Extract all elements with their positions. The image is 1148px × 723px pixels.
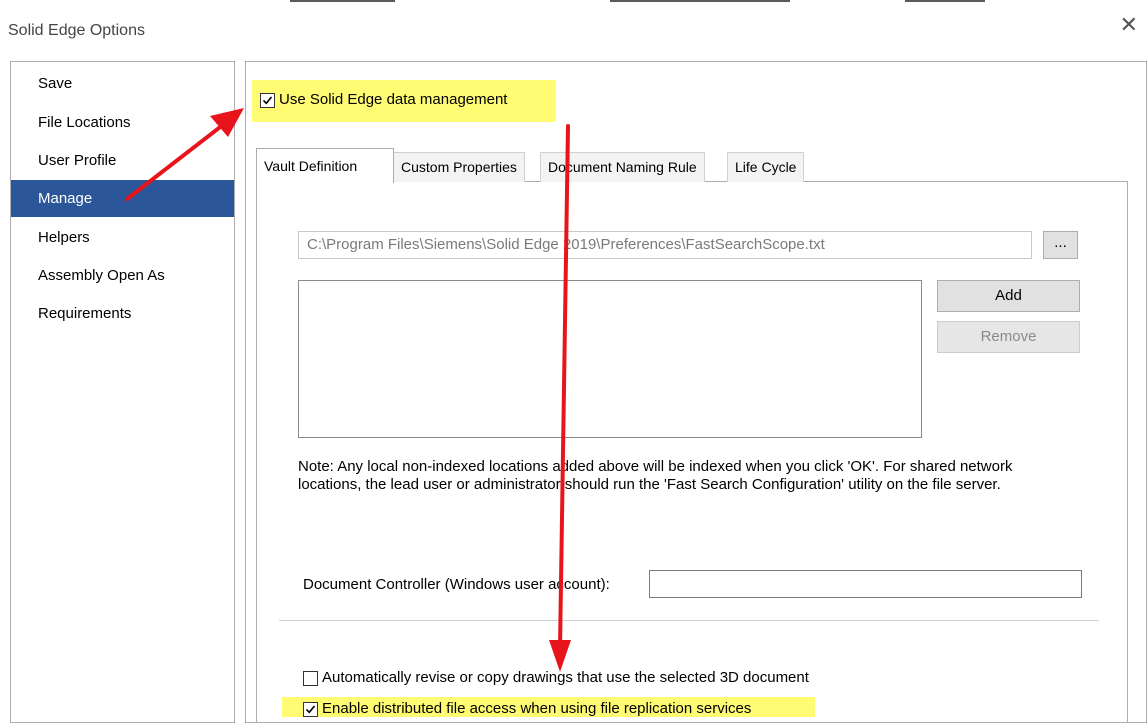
sidebar-item-save[interactable]: Save: [11, 65, 234, 102]
browse-button[interactable]: ...: [1043, 231, 1078, 259]
sidebar-item-file-locations[interactable]: File Locations: [11, 104, 234, 141]
auto-revise-drawings-row[interactable]: Automatically revise or copy drawings th…: [303, 669, 809, 686]
use-data-management-row[interactable]: Use Solid Edge data management: [260, 91, 507, 108]
indexing-note: Note: Any local non-indexed locations ad…: [298, 458, 1013, 493]
close-icon[interactable]: ✕: [1120, 14, 1138, 36]
top-edge: [0, 0, 1148, 3]
sidebar-item-requirements[interactable]: Requirements: [11, 295, 234, 332]
distributed-file-access-label: Enable distributed file access when usin…: [322, 700, 752, 717]
distributed-file-access-checkbox[interactable]: [303, 701, 318, 717]
tab-custom-properties[interactable]: Custom Properties: [393, 152, 525, 182]
use-data-management-checkbox[interactable]: [260, 92, 275, 108]
vault-locations-list[interactable]: [298, 280, 922, 438]
distributed-file-access-row[interactable]: Enable distributed file access when usin…: [303, 700, 751, 717]
tab-document-naming-rule[interactable]: Document Naming Rule: [540, 152, 705, 182]
tab-vault-definition[interactable]: Vault Definition: [256, 148, 394, 183]
use-data-management-label: Use Solid Edge data management: [279, 91, 508, 108]
auto-revise-drawings-label: Automatically revise or copy drawings th…: [322, 669, 809, 686]
fast-search-scope-path-field[interactable]: C:\Program Files\Siemens\Solid Edge 2019…: [298, 231, 1032, 259]
window-title: Solid Edge Options: [8, 22, 145, 39]
sidebar-item-manage[interactable]: Manage: [11, 180, 234, 217]
tab-life-cycle[interactable]: Life Cycle: [727, 152, 805, 182]
add-button[interactable]: Add: [937, 280, 1080, 312]
options-sidebar: Save File Locations User Profile Manage …: [10, 61, 235, 723]
section-divider: [279, 620, 1099, 621]
sidebar-item-helpers[interactable]: Helpers: [11, 219, 234, 256]
sidebar-item-assembly-open-as[interactable]: Assembly Open As: [11, 257, 234, 294]
document-controller-input[interactable]: [649, 570, 1082, 598]
sidebar-item-user-profile[interactable]: User Profile: [11, 142, 234, 179]
tab-panel-vault-definition: [256, 181, 1128, 722]
document-controller-label: Document Controller (Windows user accoun…: [303, 576, 610, 593]
remove-button: Remove: [937, 321, 1080, 353]
auto-revise-drawings-checkbox[interactable]: [303, 670, 318, 686]
